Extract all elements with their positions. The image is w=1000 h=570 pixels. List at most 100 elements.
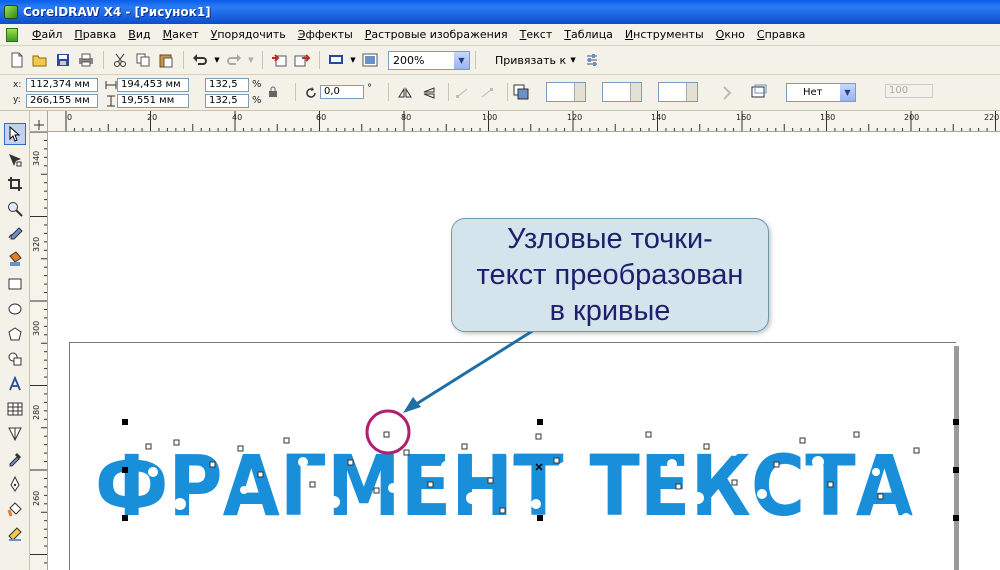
menu-view[interactable]: Вид (122, 28, 156, 41)
artwork-layer: ФРАГМЕНТ ТЕКСТА (95, 328, 959, 535)
ruler-h-label: 40 (232, 113, 243, 122)
toolbar-separator (319, 51, 320, 69)
ruler-v-label: 260 (32, 490, 41, 506)
ruler-v-label: 300 (32, 320, 41, 336)
toolbar-separator (388, 83, 389, 101)
outline-color-select[interactable] (546, 82, 586, 102)
zoom-tool-icon[interactable] (4, 198, 26, 220)
menu-table[interactable]: Таблица (558, 28, 619, 41)
scale-y-field[interactable]: 132,5 (205, 94, 249, 108)
menu-file[interactable]: Файл (26, 28, 68, 41)
ruler-h-label: 140 (651, 113, 667, 122)
toolbar-separator (295, 83, 296, 101)
callout-line-1: Узловые точки- (507, 223, 713, 255)
toolbar-separator (183, 51, 184, 69)
document-icon[interactable] (6, 27, 18, 42)
ruler-h-label: 0 (67, 113, 73, 122)
welcome-screen-icon[interactable] (359, 49, 381, 71)
object-position-icon[interactable] (512, 83, 530, 101)
paste-icon[interactable] (155, 49, 177, 71)
new-document-icon[interactable] (6, 49, 28, 71)
convert-to-curves-icon[interactable] (718, 84, 736, 102)
cut-icon[interactable] (109, 49, 131, 71)
menu-edit[interactable]: Правка (68, 28, 122, 41)
callout-line-3: в кривые (549, 295, 671, 327)
rectangle-tool-icon[interactable] (4, 273, 26, 295)
interactive-blend-icon[interactable] (4, 423, 26, 445)
scale-x-field[interactable]: 132,5 (205, 78, 249, 92)
menu-help[interactable]: Справка (751, 28, 811, 41)
ruler-h-label: 180 (820, 113, 836, 122)
ellipse-tool-icon[interactable] (4, 298, 26, 320)
chevron-down-icon[interactable]: ▼ (840, 84, 855, 101)
zoom-level-select[interactable]: 200% ▼ (388, 50, 470, 70)
rotation-field[interactable]: 0,0 (320, 85, 364, 99)
drawing-canvas[interactable]: ФРАГМЕНТ ТЕКСТА Узловые точки- текст пре… (48, 132, 1000, 570)
title-bar: CorelDRAW X4 - [Рисунок1] (0, 0, 1000, 24)
menu-layout[interactable]: Макет (157, 28, 205, 41)
wrap-text-select[interactable]: Нет ▼ (786, 83, 856, 102)
horizontal-ruler[interactable]: 0 20 40 60 80 100 120 140 160 180 200 22… (48, 111, 1000, 132)
options-icon[interactable] (581, 49, 603, 71)
width-field[interactable]: 194,453 мм (117, 78, 189, 92)
x-position-field[interactable]: 112,374 мм (26, 78, 98, 92)
polygon-tool-icon[interactable] (4, 323, 26, 345)
toolbar-separator (448, 83, 449, 101)
menu-window[interactable]: Окно (710, 28, 751, 41)
import-icon[interactable] (268, 49, 290, 71)
menu-effects[interactable]: Эффекты (292, 28, 359, 41)
toolbar-separator (507, 83, 508, 101)
text-tool-icon[interactable] (4, 373, 26, 395)
shape-tool-icon[interactable] (4, 149, 26, 171)
snap-dropdown-icon[interactable]: ▼ (566, 49, 580, 71)
toolbar-separator (103, 51, 104, 69)
undo-icon[interactable] (189, 49, 211, 71)
copy-icon[interactable] (132, 49, 154, 71)
fill-color-select[interactable] (602, 82, 642, 102)
eyedropper-icon[interactable] (4, 448, 26, 470)
outline-pen-icon[interactable] (4, 473, 26, 495)
snap-to-button[interactable]: Привязать к (495, 54, 566, 67)
mirror-vertical-icon[interactable] (420, 84, 438, 102)
y-position-field[interactable]: 266,155 мм (26, 94, 98, 108)
save-icon[interactable] (52, 49, 74, 71)
background-color-select[interactable] (658, 82, 698, 102)
redo-icon[interactable] (223, 49, 245, 71)
interactive-fill-icon[interactable] (4, 523, 26, 545)
application-launcher-icon[interactable] (325, 49, 347, 71)
ruler-v-label: 280 (32, 404, 41, 420)
crop-tool-icon[interactable] (4, 173, 26, 195)
vertical-ruler[interactable]: 340 320 300 280 260 (30, 132, 48, 570)
table-tool-icon[interactable] (4, 398, 26, 420)
fill-tool-icon[interactable] (4, 498, 26, 520)
launcher-dropdown-icon[interactable]: ▼ (348, 49, 358, 71)
export-icon[interactable] (291, 49, 313, 71)
standard-toolbar: ▼ ▼ ▼ 200% ▼ Привязать к ▼ (0, 46, 1000, 75)
menu-text[interactable]: Текст (514, 28, 559, 41)
ruler-h-label: 220 (984, 113, 1000, 122)
redo-dropdown-icon[interactable]: ▼ (246, 49, 256, 71)
open-folder-icon[interactable] (29, 49, 51, 71)
mirror-horizontal-icon[interactable] (396, 84, 414, 102)
node-break-icon[interactable] (453, 84, 471, 102)
property-bar: x: y: 112,374 мм 266,155 мм 194,453 мм 1… (0, 75, 1000, 111)
ruler-origin[interactable] (30, 111, 48, 132)
ruler-h-label: 200 (904, 113, 920, 122)
menu-arrange[interactable]: Упорядочить (205, 28, 292, 41)
chevron-down-icon[interactable]: ▼ (454, 51, 469, 69)
callout-line-2: текст преобразован (476, 259, 744, 291)
menu-bitmaps[interactable]: Растровые изображения (359, 28, 514, 41)
print-icon[interactable] (75, 49, 97, 71)
toolbox (0, 111, 30, 570)
envelope-icon[interactable] (750, 83, 768, 101)
smart-fill-icon[interactable] (4, 248, 26, 270)
freehand-tool-icon[interactable] (4, 223, 26, 245)
node-join-icon[interactable] (478, 84, 496, 102)
undo-dropdown-icon[interactable]: ▼ (212, 49, 222, 71)
basic-shapes-icon[interactable] (4, 348, 26, 370)
toolbar-separator (475, 51, 476, 69)
height-field[interactable]: 19,551 мм (117, 94, 189, 108)
pick-tool-icon[interactable] (4, 123, 26, 145)
lock-ratio-icon[interactable] (264, 83, 282, 101)
menu-tools[interactable]: Инструменты (619, 28, 710, 41)
